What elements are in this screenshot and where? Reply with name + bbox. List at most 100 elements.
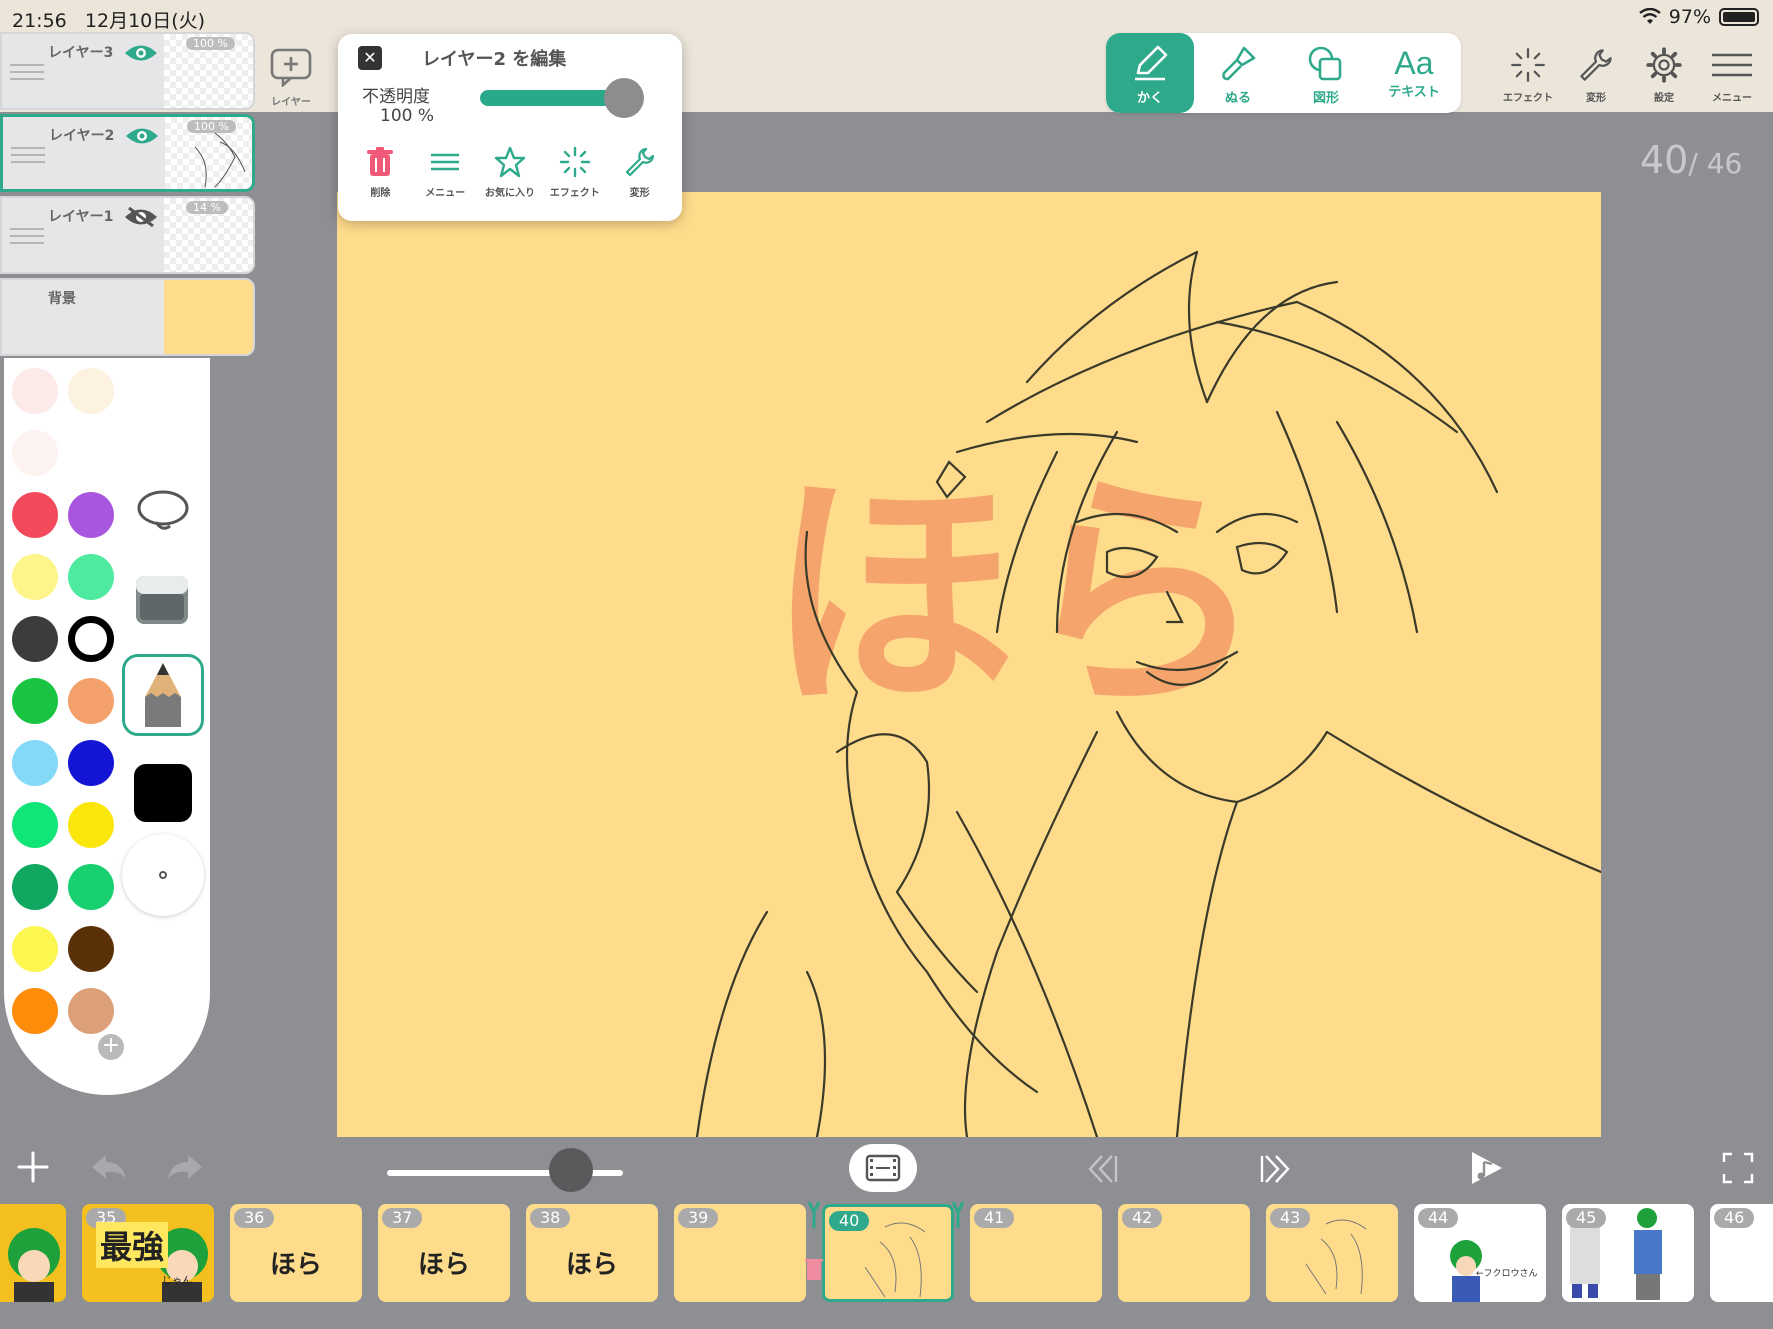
frame-caption: ほら <box>269 1250 322 1280</box>
playback-speed-knob[interactable] <box>549 1148 594 1192</box>
color-swatch[interactable] <box>68 368 114 414</box>
frame-trash-icon[interactable] <box>804 1256 824 1282</box>
frame-thumbnail[interactable]: 35 最強 じゃん <box>82 1204 214 1302</box>
tab-fill[interactable]: ぬる <box>1194 33 1282 113</box>
filmstrip-toggle-button[interactable] <box>849 1144 917 1192</box>
main-menu-label: メニュー <box>1712 93 1752 104</box>
color-swatch[interactable] <box>68 864 114 910</box>
layer-opacity: 100 % <box>186 37 235 50</box>
color-swatch[interactable] <box>68 430 114 476</box>
opacity-slider-knob[interactable] <box>604 78 644 118</box>
wrench-icon <box>1580 49 1612 81</box>
frame-thumbnail[interactable]: 44 ←フクロウさん <box>1414 1204 1546 1302</box>
frame-strip: 35 最強 じゃん 36 ほら 37 ほら 38 ほら 39 40 41 42 43 44 ←フクロウさん 45… <box>0 1204 1773 1304</box>
effect-tool-label: エフェクト <box>1503 93 1553 104</box>
status-time: 21:56 12月10日(火) <box>12 6 205 33</box>
transform-tool-button[interactable]: 変形 <box>1562 47 1630 104</box>
color-swatch[interactable] <box>68 554 114 600</box>
color-swatch[interactable] <box>68 616 114 662</box>
color-swatch[interactable] <box>12 616 58 662</box>
transform-button[interactable]: 変形 <box>609 146 671 199</box>
color-swatch[interactable] <box>68 492 114 538</box>
color-swatch[interactable] <box>12 554 58 600</box>
tab-shape-label: 図形 <box>1312 91 1339 106</box>
frame-number: 38 <box>530 1208 571 1228</box>
frame-thumbnail[interactable] <box>0 1204 66 1302</box>
effect-label: エフェクト <box>549 188 600 199</box>
frame-thumbnail[interactable]: 37 ほら <box>378 1204 510 1302</box>
layer-row-2[interactable]: レイヤー2 100 % <box>0 114 255 192</box>
brush-size-button[interactable] <box>122 834 204 916</box>
add-color-button[interactable]: + <box>98 1034 124 1060</box>
add-frame-icon[interactable] <box>16 1150 50 1184</box>
tab-draw[interactable]: かく <box>1106 33 1194 113</box>
layer-name: レイヤー3 <box>48 45 114 61</box>
color-swatch[interactable] <box>12 740 58 786</box>
eye-icon[interactable] <box>123 42 159 64</box>
color-swatch[interactable] <box>12 988 58 1034</box>
range-start-marker-icon[interactable] <box>807 1200 821 1230</box>
eye-hidden-icon[interactable] <box>123 206 159 228</box>
color-swatch[interactable] <box>12 926 58 972</box>
layer-row-background[interactable]: 背景 <box>0 278 255 356</box>
add-layer-button[interactable]: レイヤー <box>266 47 316 108</box>
frame-thumbnail[interactable]: 43 <box>1266 1204 1398 1302</box>
color-swatch[interactable] <box>68 988 114 1034</box>
lasso-tool-button[interactable] <box>122 470 204 552</box>
previous-frame-icon[interactable] <box>1082 1152 1122 1186</box>
color-swatch[interactable] <box>68 740 114 786</box>
eye-icon[interactable] <box>124 125 160 147</box>
favorite-button[interactable]: お気に入り <box>479 146 541 199</box>
color-swatch[interactable] <box>12 368 58 414</box>
drag-handle-icon[interactable] <box>10 64 44 85</box>
menu-button[interactable]: メニュー <box>414 146 476 199</box>
color-swatch[interactable] <box>12 492 58 538</box>
color-picker-button[interactable] <box>122 752 204 834</box>
color-swatch[interactable] <box>68 802 114 848</box>
eraser-tool-button[interactable] <box>122 558 204 640</box>
color-swatch[interactable] <box>12 802 58 848</box>
settings-button[interactable]: 設定 <box>1630 47 1698 104</box>
drag-handle-icon[interactable] <box>11 147 45 168</box>
frame-thumbnail[interactable]: 40 <box>822 1204 954 1302</box>
range-end-marker-icon[interactable] <box>951 1200 965 1230</box>
frame-number: 37 <box>382 1208 423 1228</box>
layer-name: 背景 <box>48 291 76 307</box>
tab-shape[interactable]: 図形 <box>1282 33 1370 113</box>
frame-thumbnail[interactable]: 36 ほら <box>230 1204 362 1302</box>
frame-number: 39 <box>678 1208 719 1228</box>
frame-thumbnail[interactable]: 41 <box>970 1204 1102 1302</box>
layer-row-1[interactable]: レイヤー1 14 % <box>0 196 255 274</box>
effect-button[interactable]: エフェクト <box>544 146 606 199</box>
frame-counter: 40/ 46 <box>1640 138 1742 182</box>
undo-icon[interactable] <box>88 1150 130 1184</box>
tab-text[interactable]: Aa テキスト <box>1370 33 1458 113</box>
drawing-canvas[interactable]: ほら <box>337 192 1601 1137</box>
color-swatch[interactable] <box>68 926 114 972</box>
fullscreen-icon[interactable] <box>1722 1152 1754 1184</box>
layer-panel: レイヤー3 100 % レイヤー2 100 % レイヤー1 14 % 背景 <box>0 32 255 360</box>
next-frame-icon[interactable] <box>1256 1152 1296 1186</box>
frame-number: 44 <box>1418 1208 1459 1228</box>
delete-button[interactable]: 削除 <box>349 146 411 199</box>
color-swatch[interactable] <box>12 678 58 724</box>
frame-thumbnail[interactable]: 38 ほら <box>526 1204 658 1302</box>
popup-actions: 削除 メニュー お気に入り エフェクト 変形 <box>338 146 682 199</box>
main-menu-button[interactable]: メニュー <box>1698 47 1766 104</box>
frame-thumbnail[interactable]: 45 <box>1562 1204 1694 1302</box>
color-swatch[interactable] <box>12 430 58 476</box>
frame-thumbnail[interactable]: 46 <box>1710 1204 1773 1302</box>
effect-tool-button[interactable]: エフェクト <box>1494 47 1562 104</box>
frame-thumbnail[interactable]: 42 <box>1118 1204 1250 1302</box>
layer-row-3[interactable]: レイヤー3 100 % <box>0 32 255 110</box>
drag-handle-icon[interactable] <box>10 228 44 249</box>
color-swatch[interactable] <box>12 864 58 910</box>
redo-icon[interactable] <box>164 1150 206 1184</box>
color-swatch[interactable] <box>68 678 114 724</box>
play-icon[interactable] <box>1466 1148 1506 1188</box>
add-layer-label: レイヤー <box>271 97 311 108</box>
pencil-tool-button[interactable] <box>122 654 204 736</box>
sparkle-icon <box>559 146 590 178</box>
close-icon[interactable]: ✕ <box>358 46 382 70</box>
frame-thumbnail[interactable]: 39 <box>674 1204 806 1302</box>
